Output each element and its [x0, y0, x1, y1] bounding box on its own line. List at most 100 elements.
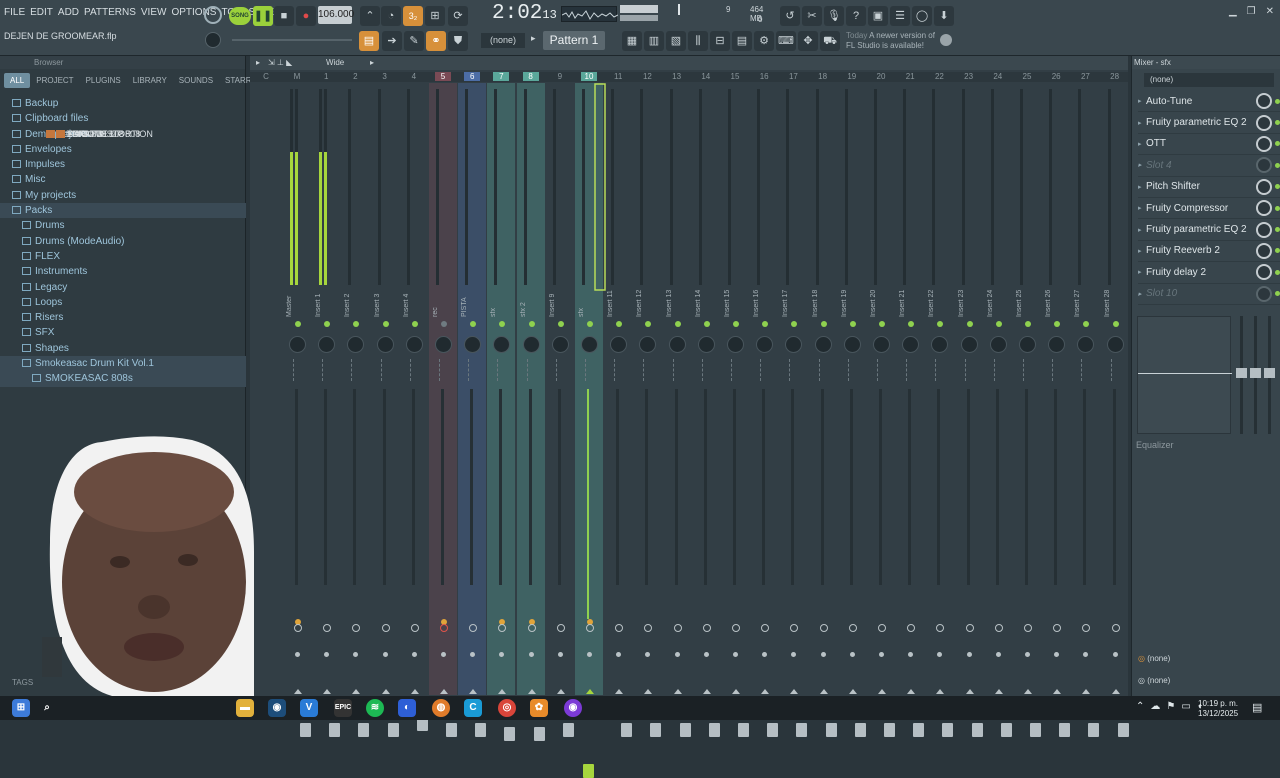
- minimize-icon[interactable]: ▁: [1229, 6, 1237, 17]
- route-send-dot[interactable]: [937, 652, 943, 657]
- route-arrow-icon[interactable]: [994, 689, 1003, 694]
- stereo-separation-control[interactable]: [993, 359, 1002, 381]
- fader-cap[interactable]: [738, 723, 749, 737]
- browser-item[interactable]: Drums: [0, 218, 246, 233]
- insert-stereo-fader[interactable]: [1264, 316, 1275, 434]
- track-enable-led[interactable]: [295, 321, 301, 327]
- slot-arrow-icon[interactable]: ▸: [1138, 119, 1146, 127]
- track-enable-led[interactable]: [441, 321, 447, 327]
- fader-cap[interactable]: [942, 723, 954, 737]
- route-send-dot[interactable]: [879, 652, 884, 657]
- volume-fader[interactable]: [849, 389, 866, 737]
- mixer-track[interactable]: Insert 22: [928, 83, 954, 737]
- browser-app-icon[interactable]: C: [464, 699, 482, 717]
- pan-knob[interactable]: [376, 336, 394, 353]
- track-number[interactable]: 13: [669, 72, 685, 81]
- track-name[interactable]: Insert 19: [841, 283, 863, 317]
- pan-knob[interactable]: [610, 336, 628, 353]
- route-button[interactable]: [790, 624, 799, 632]
- route-button[interactable]: [556, 624, 565, 632]
- volume-fader[interactable]: [411, 389, 428, 731]
- route-button[interactable]: [527, 624, 536, 632]
- plugin-picker-icon[interactable]: ▤: [732, 31, 752, 51]
- stereo-separation-control[interactable]: [1110, 359, 1119, 381]
- track-number[interactable]: 20: [873, 72, 889, 81]
- track-enable-led[interactable]: [528, 321, 535, 327]
- browser-tab[interactable]: SOUNDS: [173, 73, 219, 88]
- pan-knob[interactable]: [405, 336, 423, 353]
- track-name[interactable]: Insert 3: [374, 283, 396, 317]
- track-number[interactable]: 4: [406, 72, 422, 81]
- fader-cap[interactable]: [358, 723, 370, 737]
- volume-fader[interactable]: [1112, 389, 1129, 737]
- route-send-dot[interactable]: [674, 652, 680, 657]
- volume-fader[interactable]: [499, 389, 516, 741]
- mixer-track[interactable]: Insert 20: [870, 83, 895, 737]
- pan-knob[interactable]: [1106, 336, 1124, 353]
- slot-arrow-icon[interactable]: ▸: [1138, 140, 1146, 148]
- track-enable-led[interactable]: [879, 321, 885, 327]
- main-volume-knob[interactable]: [205, 32, 221, 48]
- slot-mix-knob[interactable]: [1256, 221, 1272, 238]
- track-number[interactable]: 26: [1048, 72, 1064, 81]
- track-name[interactable]: Insert 11: [607, 283, 629, 317]
- menu-item[interactable]: PATTERNS: [84, 7, 136, 18]
- route-send-dot[interactable]: [295, 652, 300, 657]
- track-name[interactable]: Insert 20: [870, 283, 892, 317]
- route-send-dot[interactable]: [820, 652, 826, 657]
- volume-fader[interactable]: [937, 389, 954, 737]
- stereo-separation-control[interactable]: [1052, 359, 1060, 381]
- route-arrow-icon[interactable]: [965, 689, 974, 694]
- pan-knob[interactable]: [785, 336, 803, 353]
- track-enable-led[interactable]: [1054, 321, 1061, 327]
- track-name[interactable]: Insert 27: [1074, 283, 1096, 317]
- volume-fader[interactable]: [674, 389, 691, 737]
- track-enable-led[interactable]: [820, 321, 827, 327]
- track-name[interactable]: Insert 4: [403, 283, 425, 317]
- pan-knob[interactable]: [1077, 336, 1095, 353]
- mixer-track[interactable]: Insert 13: [666, 83, 691, 737]
- plugin-icon[interactable]: ⚙: [754, 31, 774, 51]
- fader-cap[interactable]: [583, 764, 594, 778]
- windows-start-icon[interactable]: ⊞: [12, 699, 30, 717]
- volume-fader[interactable]: [791, 389, 808, 737]
- route-arrow-icon[interactable]: [294, 689, 302, 694]
- fader-cap[interactable]: [446, 723, 457, 737]
- slot-enable-led[interactable]: [1275, 291, 1280, 297]
- insert-input-select[interactable]: (none): [1144, 73, 1274, 87]
- track-name[interactable]: Insert 14: [695, 283, 717, 317]
- route-arrow-icon[interactable]: [907, 689, 916, 694]
- fader-cap[interactable]: [1088, 723, 1100, 737]
- stereo-separation-control[interactable]: [701, 359, 710, 381]
- pan-knob[interactable]: [902, 336, 920, 353]
- browser-item[interactable]: SFX: [0, 325, 246, 340]
- stereo-separation-control[interactable]: [380, 359, 389, 381]
- browser-tab[interactable]: PROJECT: [30, 73, 79, 88]
- track-number[interactable]: 12: [639, 72, 655, 81]
- mixer-track[interactable]: Insert 23: [958, 83, 983, 737]
- pan-knob[interactable]: [435, 336, 452, 353]
- stereo-separation-control[interactable]: [468, 359, 476, 381]
- mixer-track[interactable]: PISTA: [458, 83, 487, 737]
- browser-item[interactable]: Instruments: [0, 264, 246, 279]
- track-number[interactable]: 1: [318, 72, 334, 81]
- volume-fader[interactable]: [995, 389, 1012, 737]
- insert-pan-fader[interactable]: [1250, 316, 1261, 434]
- track-name[interactable]: Insert 2: [344, 283, 366, 317]
- stereo-separation-control[interactable]: [322, 359, 330, 381]
- stereo-separation-control[interactable]: [760, 359, 768, 381]
- browser-item[interactable]: My projects: [0, 188, 246, 203]
- route-button[interactable]: [848, 624, 857, 632]
- fader-cap[interactable]: [329, 723, 341, 737]
- stereo-separation-control[interactable]: [439, 359, 447, 381]
- track-name[interactable]: rec: [432, 283, 454, 317]
- mixer-track[interactable]: Insert 11: [607, 83, 633, 737]
- steam-icon[interactable]: ◉: [268, 699, 286, 717]
- playlist-view-icon[interactable]: ▦: [622, 31, 642, 51]
- fader-cap[interactable]: [504, 727, 516, 741]
- track-enable-led[interactable]: [674, 321, 681, 327]
- mixer-track[interactable]: sfx 2: [516, 83, 545, 741]
- fader-cap[interactable]: [796, 723, 808, 737]
- pan-knob[interactable]: [873, 336, 890, 353]
- track-number[interactable]: 17: [785, 72, 801, 81]
